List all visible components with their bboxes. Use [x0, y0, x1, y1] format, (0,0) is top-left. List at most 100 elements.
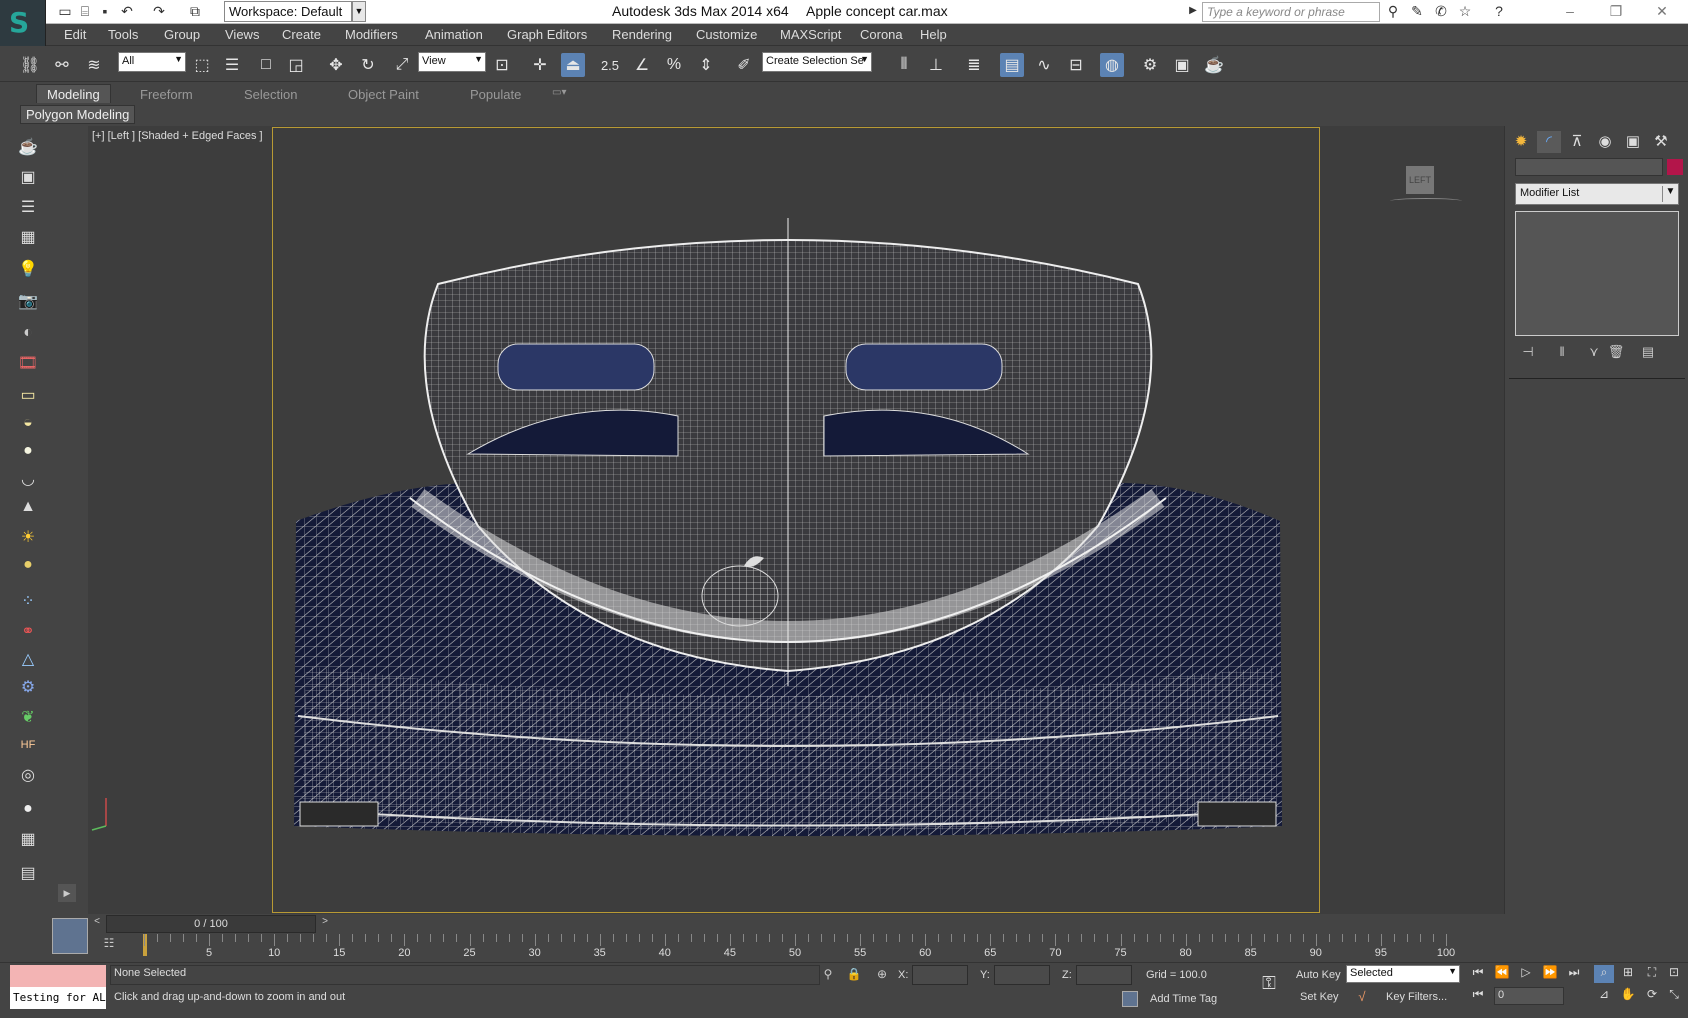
select-by-name-icon[interactable]: ☰ [220, 53, 244, 77]
tab-object-paint[interactable]: Object Paint [348, 87, 419, 102]
key-icon[interactable]: ⚿ [1254, 973, 1284, 999]
link-icon[interactable]: ⛓ [18, 53, 42, 77]
modifier-list-dropdown[interactable]: Modifier List ▼ [1515, 183, 1679, 205]
time-slider[interactable]: 0 / 100 [106, 915, 316, 933]
window-crossing-icon[interactable]: ◲ [284, 53, 308, 77]
field-of-view-icon[interactable]: ⊿ [1594, 987, 1614, 1005]
curve-editor-icon[interactable]: ∿ [1032, 53, 1056, 77]
edit-named-selection-icon[interactable]: ✐ [732, 53, 756, 77]
grid-icon[interactable]: ▦ [14, 826, 42, 852]
menu-rendering[interactable]: Rendering [612, 27, 672, 42]
zoom-all-icon[interactable]: ⊞ [1618, 965, 1638, 983]
object-color-swatch[interactable] [1667, 159, 1683, 175]
track-bar[interactable]: 5 10 15 20 25 30 35 40 45 50 55 60 65 70 75 80 85 90 95 100 [130, 934, 1504, 962]
render-icon[interactable]: ▣ [14, 164, 42, 190]
viewport-play-icon[interactable]: ▶ [58, 884, 76, 902]
menu-graph-editors[interactable]: Graph Editors [507, 27, 587, 42]
utility-icon[interactable]: ▤ [14, 860, 42, 886]
redo-icon[interactable]: ↷ [150, 2, 168, 20]
viewcube-ring[interactable] [1390, 198, 1462, 204]
camera-icon[interactable]: 📷 [14, 288, 42, 314]
connector-icon[interactable]: ⚭ [14, 618, 42, 644]
particles-icon[interactable]: ⁘ [14, 588, 42, 614]
menu-tools[interactable]: Tools [108, 27, 138, 42]
hierarchy-tab-icon[interactable]: ⊼ [1565, 131, 1589, 153]
workspace-arrow-icon[interactable]: ▼ [352, 1, 366, 22]
list-icon[interactable]: ☰ [14, 194, 42, 220]
ribbon-options-icon[interactable]: ▭▾ [552, 87, 566, 98]
select-object-icon[interactable]: ⬚ [190, 53, 214, 77]
sun-icon[interactable]: ☀ [14, 524, 42, 550]
plant-icon[interactable]: ❦ [14, 704, 42, 730]
save-icon[interactable]: ▪ [96, 2, 114, 20]
previous-frame-icon[interactable]: ⏪ [1492, 965, 1512, 983]
next-frame-icon[interactable]: ⏩ [1540, 965, 1560, 983]
key-filters-button[interactable]: Key Filters... [1386, 991, 1447, 1003]
menu-help[interactable]: Help [920, 27, 947, 42]
viewcube[interactable]: LEFT [1406, 166, 1434, 194]
menu-modifiers[interactable]: Modifiers [345, 27, 398, 42]
scale-icon[interactable]: ⤢ [390, 53, 414, 77]
light-icon[interactable]: 💡 [14, 256, 42, 282]
angle-snap-icon[interactable]: ∠ [630, 53, 654, 77]
rectangular-selection-icon[interactable]: □ [254, 53, 278, 77]
spinner-snap-icon[interactable]: ⇕ [694, 53, 718, 77]
set-key-button[interactable]: Set Key [1300, 991, 1339, 1003]
utilities-tab-icon[interactable]: ⚒ [1649, 131, 1673, 153]
curve-toggle-icon[interactable]: ☷ [96, 936, 122, 960]
viewport-left[interactable]: [+] [Left ] [Shaded + Edged Faces ] LEFT [88, 126, 1504, 914]
project-folder-icon[interactable]: ⧉ [186, 2, 204, 20]
shaded-sphere-icon[interactable]: ● [14, 796, 42, 822]
auto-key-button[interactable]: Auto Key [1296, 969, 1341, 981]
tab-freeform[interactable]: Freeform [140, 87, 193, 102]
mirror-icon[interactable]: ⫴ [892, 53, 916, 77]
z-coordinate-field[interactable] [1076, 965, 1132, 985]
selection-filter-dropdown[interactable]: All ▼ [118, 52, 186, 72]
time-tag-icon[interactable] [1122, 991, 1138, 1007]
schematic-view-icon[interactable]: ⊟ [1064, 53, 1088, 77]
play-arrow-icon[interactable]: ▶ [1184, 2, 1202, 20]
remove-modifier-icon[interactable]: 🗑 [1605, 344, 1627, 362]
orbit-icon[interactable]: ⟳ [1642, 987, 1662, 1005]
menu-group[interactable]: Group [164, 27, 200, 42]
show-end-result-icon[interactable]: ‖ [1551, 344, 1573, 362]
y-coordinate-field[interactable] [994, 965, 1050, 985]
align-icon[interactable]: ⊥ [924, 53, 948, 77]
teapot-icon[interactable]: ☕ [14, 134, 42, 160]
polygon-modeling-panel[interactable]: Polygon Modeling [20, 105, 136, 124]
sphere-icon[interactable]: ● [14, 438, 42, 464]
communication-icon[interactable]: ✆ [1432, 2, 1450, 20]
undo-icon[interactable]: ↶ [118, 2, 136, 20]
configure-modifier-sets-icon[interactable]: ▤ [1637, 344, 1659, 362]
plane-icon[interactable]: ▭ [14, 382, 42, 408]
material-editor-icon[interactable]: ◍ [1100, 53, 1124, 77]
tab-selection[interactable]: Selection [244, 87, 297, 102]
percent-snap-icon[interactable]: % [662, 53, 686, 77]
minimize-icon[interactable]: – [1548, 0, 1592, 22]
zoom-extents-icon[interactable]: ⛶ [1642, 965, 1662, 983]
maxscript-listener-top[interactable] [10, 965, 106, 987]
helper-icon[interactable]: △ [14, 646, 42, 672]
snaps-toggle-icon[interactable]: 2.5 [598, 53, 622, 77]
create-tab-icon[interactable]: ✹ [1509, 131, 1533, 153]
layer-manager-icon[interactable]: ≣ [962, 53, 986, 77]
make-unique-icon[interactable]: ⋎ [1583, 344, 1605, 362]
key-mode-toggle-icon[interactable]: ⏮ [1468, 987, 1488, 1005]
rotate-icon[interactable]: ↻ [356, 53, 380, 77]
binoculars-icon[interactable]: ⚲ [1384, 2, 1402, 20]
go-to-start-icon[interactable]: ⏮ [1468, 965, 1488, 983]
x-coordinate-field[interactable] [912, 965, 968, 985]
motion-tab-icon[interactable]: ◉ [1593, 131, 1617, 153]
select-manipulate-icon[interactable]: ✛ [528, 53, 552, 77]
menu-corona[interactable]: Corona [860, 27, 903, 42]
maximize-viewport-icon[interactable]: ⤡ [1664, 987, 1684, 1005]
open-file-icon[interactable]: ⌸ [76, 2, 94, 20]
gear-icon[interactable]: ⚙ [14, 674, 42, 700]
named-selection-dropdown[interactable]: Create Selection Se ▼ [762, 52, 872, 72]
pivot-center-icon[interactable]: ⊡ [490, 53, 514, 77]
render-setup-icon[interactable]: ⚙ [1138, 53, 1162, 77]
mesh-icon[interactable]: ◎ [14, 762, 42, 788]
play-icon[interactable]: ▷ [1516, 965, 1536, 983]
workspace-dropdown[interactable]: Workspace: Default [224, 1, 352, 22]
subscription-icon[interactable]: ✎ [1408, 2, 1426, 20]
